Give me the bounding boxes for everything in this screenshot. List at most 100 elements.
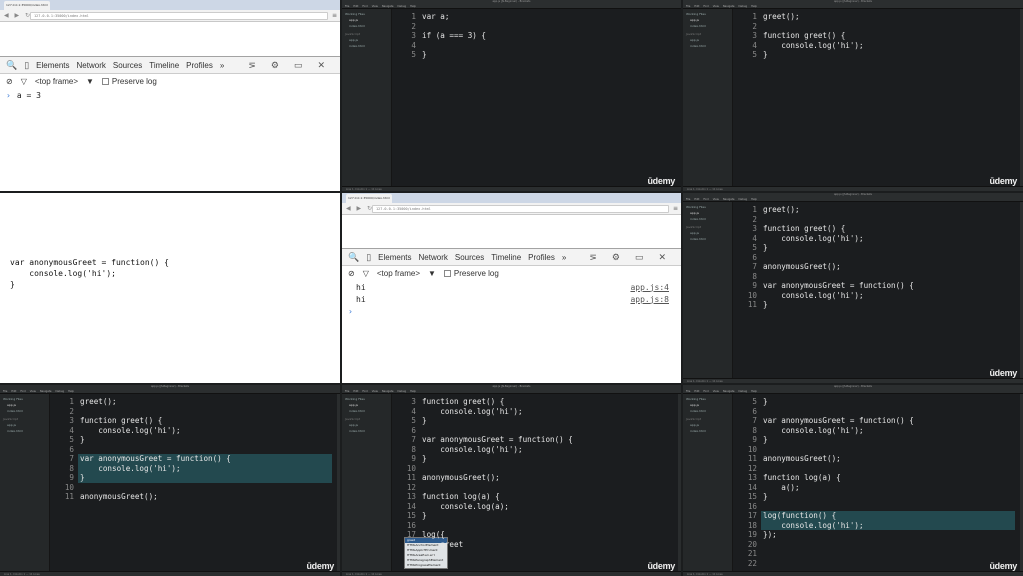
- code-line[interactable]: 3 function greet() {: [50, 416, 340, 426]
- project-header[interactable]: JavaScript: [686, 225, 729, 229]
- menu-navigate[interactable]: Navigate: [40, 390, 52, 393]
- menu-find[interactable]: Find: [703, 390, 708, 393]
- code-line[interactable]: 12: [392, 483, 681, 493]
- code-line[interactable]: 11 anonymousGreet();: [50, 492, 340, 502]
- code-line[interactable]: 9 var anonymousGreet = function() {: [733, 281, 1023, 291]
- code-line[interactable]: 22: [733, 559, 1023, 569]
- scrollbar[interactable]: [337, 394, 340, 571]
- menu-help[interactable]: Help: [751, 5, 757, 8]
- file-item[interactable]: app.js: [686, 403, 729, 407]
- menu-find[interactable]: Find: [703, 198, 708, 201]
- code-line[interactable]: 10 console.log('hi');: [733, 291, 1023, 301]
- menu-edit[interactable]: Edit: [694, 198, 699, 201]
- code-editor[interactable]: 3 function greet() {4 console.log('hi'); 5…: [392, 394, 681, 571]
- device-icon[interactable]: ▯: [24, 60, 29, 71]
- console-drawer-icon[interactable]: ⋝: [248, 60, 256, 71]
- code-line[interactable]: 5}: [733, 50, 1023, 60]
- code-line[interactable]: 18 greet: [392, 540, 681, 550]
- autocomplete-item[interactable]: HTMLProgressElement: [405, 563, 447, 568]
- code-line[interactable]: 9}: [50, 473, 340, 483]
- menu-find[interactable]: Find: [362, 390, 367, 393]
- file-item[interactable]: app.js: [686, 423, 729, 427]
- code-line[interactable]: 17 log(function() {: [733, 511, 1023, 521]
- scrollbar[interactable]: [678, 394, 681, 571]
- tab-more[interactable]: »: [220, 61, 224, 70]
- menu-file[interactable]: File: [345, 390, 349, 393]
- file-item[interactable]: app.js: [345, 18, 388, 22]
- tab-elements[interactable]: Elements: [36, 61, 69, 70]
- menu-edit[interactable]: Edit: [11, 390, 16, 393]
- code-editor[interactable]: 1 greet(); 2 3 function greet() {4 console.l…: [733, 9, 1023, 186]
- code-line[interactable]: 19});: [733, 530, 1023, 540]
- code-line[interactable]: 5}: [733, 397, 1023, 407]
- inspect-icon[interactable]: 🔍: [348, 252, 359, 263]
- file-item[interactable]: index.html: [686, 217, 729, 221]
- code-line[interactable]: 14 a();: [733, 483, 1023, 493]
- file-item[interactable]: index.html: [345, 44, 388, 48]
- menu-navigate[interactable]: Navigate: [723, 198, 735, 201]
- code-line[interactable]: 14 console.log(a);: [392, 502, 681, 512]
- code-line[interactable]: 8: [733, 272, 1023, 282]
- settings-icon[interactable]: ⚙: [612, 252, 620, 263]
- code-line[interactable]: 7 var anonymousGreet = function() {: [733, 416, 1023, 426]
- code-line[interactable]: 1 greet();: [733, 12, 1023, 22]
- code-line[interactable]: 13 function log(a) {: [392, 492, 681, 502]
- menu-help[interactable]: Help: [751, 198, 757, 201]
- menu-navigate[interactable]: Navigate: [723, 5, 735, 8]
- menu-edit[interactable]: Edit: [694, 390, 699, 393]
- menu-navigate[interactable]: Navigate: [723, 390, 735, 393]
- project-header[interactable]: JavaScript: [686, 32, 729, 36]
- dropdown-icon[interactable]: ▼: [86, 77, 94, 86]
- code-editor[interactable]: 1 greet(); 2 3 function greet() {4 console.l…: [50, 394, 340, 571]
- code-line[interactable]: 1 greet();: [50, 397, 340, 407]
- code-line[interactable]: 3 function greet() {: [733, 31, 1023, 41]
- menu-file[interactable]: File: [686, 390, 690, 393]
- code-line[interactable]: 3 function greet() {: [392, 397, 681, 407]
- menu-icon[interactable]: ≡: [332, 12, 337, 19]
- menu-edit[interactable]: Edit: [353, 5, 358, 8]
- code-line[interactable]: 4: [392, 41, 681, 51]
- code-line[interactable]: 4 console.log('hi');: [733, 41, 1023, 51]
- menu-view[interactable]: View: [372, 390, 378, 393]
- menu-file[interactable]: File: [3, 390, 7, 393]
- code-line[interactable]: 7 var anonymousGreet = function() {: [392, 435, 681, 445]
- nav-arrows-icon[interactable]: ◀ ▶ ↻: [4, 12, 32, 19]
- code-line[interactable]: 2: [733, 22, 1023, 32]
- menu-debug[interactable]: Debug: [739, 390, 748, 393]
- clear-icon[interactable]: ⊘: [6, 77, 13, 86]
- file-item[interactable]: app.js: [686, 18, 729, 22]
- file-item[interactable]: index.html: [686, 44, 729, 48]
- code-line[interactable]: 1 var a;: [392, 12, 681, 22]
- code-line[interactable]: 17 log({: [392, 530, 681, 540]
- frame-select[interactable]: <top frame>: [35, 77, 78, 86]
- clear-icon[interactable]: ⊘: [348, 269, 355, 278]
- tab-profiles[interactable]: Profiles: [528, 253, 555, 262]
- file-item[interactable]: app.js: [345, 423, 388, 427]
- file-item[interactable]: index.html: [686, 429, 729, 433]
- address-bar[interactable]: 127.0.0.1:35000/index.html: [372, 205, 669, 213]
- project-header[interactable]: JavaScript: [345, 32, 388, 36]
- menu-debug[interactable]: Debug: [739, 5, 748, 8]
- code-line[interactable]: 5}: [392, 416, 681, 426]
- code-editor[interactable]: 1 var a; 2 3 if (a === 3) {4 5}: [392, 9, 681, 186]
- code-line[interactable]: 15}: [392, 511, 681, 521]
- menu-navigate[interactable]: Navigate: [382, 390, 394, 393]
- file-item[interactable]: index.html: [3, 409, 46, 413]
- project-header[interactable]: JavaScript: [686, 417, 729, 421]
- frame-select[interactable]: <top frame>: [377, 269, 420, 278]
- menu-file[interactable]: File: [686, 198, 690, 201]
- code-line[interactable]: 5}: [733, 243, 1023, 253]
- tab-timeline[interactable]: Timeline: [491, 253, 521, 262]
- code-line[interactable]: 7 var anonymousGreet = function() {: [50, 454, 340, 464]
- menu-edit[interactable]: Edit: [353, 390, 358, 393]
- code-line[interactable]: 6: [733, 407, 1023, 417]
- file-item[interactable]: index.html: [686, 237, 729, 241]
- file-item[interactable]: app.js: [3, 403, 46, 407]
- code-line[interactable]: 16: [733, 502, 1023, 512]
- menu-help[interactable]: Help: [751, 390, 757, 393]
- console-drawer-icon[interactable]: ⋝: [589, 252, 597, 263]
- menu-navigate[interactable]: Navigate: [382, 5, 394, 8]
- source-link[interactable]: app.js:4: [630, 283, 669, 292]
- code-line[interactable]: 2: [392, 22, 681, 32]
- tab-timeline[interactable]: Timeline: [149, 61, 179, 70]
